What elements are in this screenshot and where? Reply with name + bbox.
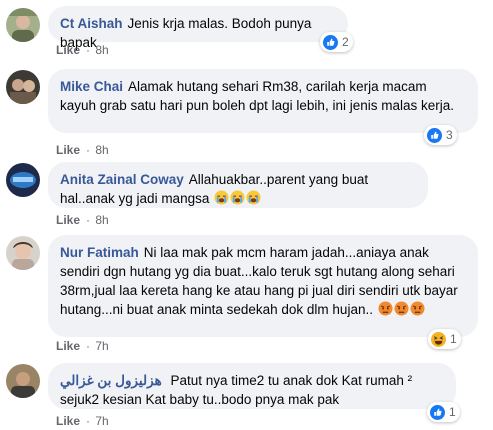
crying-face-icon: [230, 190, 245, 205]
reaction-badge[interactable]: 3: [424, 125, 457, 145]
angry-face-icon: [410, 301, 425, 316]
reaction-badge[interactable]: 1: [427, 402, 460, 422]
comment-meta: Like · 8h: [56, 213, 109, 227]
comment-3: Anita Zainal Coway Allahuakbar..parent ya…: [0, 155, 493, 230]
angry-face-icon: [378, 301, 393, 316]
comment-bubble: Mike Chai Alamak hutang sehari Rm38, cari…: [48, 69, 478, 133]
like-link[interactable]: Like: [56, 339, 80, 353]
comment-meta: Like · 8h: [56, 43, 109, 57]
like-link[interactable]: Like: [56, 414, 80, 428]
reaction-count: 1: [450, 332, 457, 346]
comment-bubble: Nur Fatimah Ni laa mak pak mcm haram jada…: [48, 235, 478, 337]
avatar[interactable]: [6, 236, 40, 270]
crying-face-icon: [246, 190, 261, 205]
like-reaction-icon: [430, 404, 445, 420]
comment-meta: Like · 7h: [56, 339, 109, 353]
reaction-count: 3: [446, 128, 453, 142]
like-reaction-icon: [427, 127, 442, 143]
avatar[interactable]: [6, 70, 40, 104]
comment-author[interactable]: هزليزول بن غزالي: [60, 373, 162, 388]
angry-face-icon: [394, 301, 409, 316]
like-link[interactable]: Like: [56, 213, 80, 227]
comment-4: Nur Fatimah Ni laa mak pak mcm haram jada…: [0, 228, 493, 358]
crying-face-icon: [214, 190, 229, 205]
like-reaction-icon: [323, 34, 338, 50]
reaction-badge[interactable]: 1: [428, 329, 461, 349]
comment-meta: Like · 7h: [56, 414, 109, 428]
haha-reaction-icon: [431, 331, 446, 347]
avatar[interactable]: [6, 163, 40, 197]
comment-author[interactable]: Anita Zainal Coway: [60, 172, 184, 187]
reaction-badge[interactable]: 2: [320, 32, 353, 52]
timestamp[interactable]: 7h: [95, 414, 108, 428]
comment-bubble: Ct Aishah Jenis krja malas. Bodoh punya b…: [48, 6, 348, 50]
timestamp[interactable]: 8h: [95, 213, 108, 227]
like-link[interactable]: Like: [56, 43, 80, 57]
avatar[interactable]: [6, 8, 40, 42]
reaction-count: 1: [449, 405, 456, 419]
comment-2: Mike Chai Alamak hutang sehari Rm38, cari…: [0, 62, 493, 157]
comment-5: هزليزول بن غزالي Patut nya time2 tu anak…: [0, 356, 493, 430]
comment-author[interactable]: Nur Fatimah: [60, 245, 139, 260]
avatar[interactable]: [6, 364, 40, 398]
timestamp[interactable]: 7h: [95, 339, 108, 353]
comment-1: Ct Aishah Jenis krja malas. Bodoh punya b…: [0, 0, 493, 60]
reaction-count: 2: [342, 35, 349, 49]
comment-bubble: هزليزول بن غزالي Patut nya time2 tu anak…: [48, 363, 456, 409]
comment-bubble: Anita Zainal Coway Allahuakbar..parent ya…: [48, 162, 428, 208]
timestamp[interactable]: 8h: [95, 43, 108, 57]
comment-author[interactable]: Ct Aishah: [60, 16, 123, 31]
comment-author[interactable]: Mike Chai: [60, 79, 123, 94]
